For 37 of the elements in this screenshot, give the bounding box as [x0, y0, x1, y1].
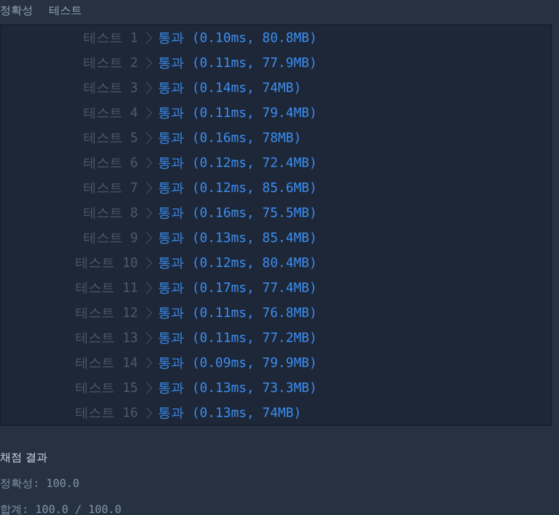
test-result: 통과 (0.17ms, 77.4MB)	[158, 280, 318, 296]
chevron-icon	[146, 382, 152, 394]
test-result: 통과 (0.09ms, 79.9MB)	[158, 354, 318, 372]
section-subtitle: 테스트	[49, 3, 82, 18]
chevron-icon	[146, 182, 152, 194]
summary-title: 채점 결과	[0, 450, 48, 465]
chevron-icon	[146, 356, 152, 368]
score-text: 정확성: 100.0	[0, 476, 80, 491]
test-result: 통과 (0.13ms, 74MB)	[158, 404, 302, 422]
chevron-icon	[146, 32, 152, 44]
test-result: 통과 (0.12ms, 72.4MB)	[158, 154, 318, 172]
test-result: 통과 (0.11ms, 77.9MB)	[158, 54, 318, 72]
score-text: 합계: 100.0 / 100.0	[0, 502, 122, 515]
section-title: 정확성	[0, 3, 33, 18]
test-result: 통과 (0.11ms, 77.2MB)	[158, 330, 318, 346]
test-result: 통과 (0.16ms, 78MB)	[158, 130, 302, 146]
test-result: 통과 (0.14ms, 74MB)	[158, 80, 302, 96]
test-result: 통과 (0.16ms, 75.5MB)	[158, 204, 318, 222]
test-result: 통과 (0.10ms, 80.8MB)	[158, 30, 318, 46]
chevron-icon	[146, 82, 152, 94]
test-result: 통과 (0.11ms, 79.4MB)	[158, 104, 318, 122]
chevron-icon	[146, 256, 152, 268]
chevron-icon	[146, 306, 152, 318]
test-result: 통과 (0.12ms, 80.4MB)	[158, 254, 318, 272]
chevron-icon	[146, 282, 152, 294]
test-result: 통과 (0.11ms, 76.8MB)	[158, 304, 318, 322]
chevron-icon	[146, 332, 152, 344]
chevron-icon	[146, 56, 152, 68]
chevron-icon	[146, 406, 152, 418]
test-result: 통과 (0.12ms, 85.6MB)	[158, 180, 318, 196]
chevron-icon	[146, 156, 152, 168]
chevron-icon	[146, 132, 152, 144]
chevron-icon	[146, 206, 152, 218]
chevron-icon	[146, 106, 152, 118]
test-result: 통과 (0.13ms, 73.3MB)	[158, 380, 318, 396]
chevron-icon	[146, 232, 152, 244]
test-result: 통과 (0.13ms, 85.4MB)	[158, 230, 318, 246]
